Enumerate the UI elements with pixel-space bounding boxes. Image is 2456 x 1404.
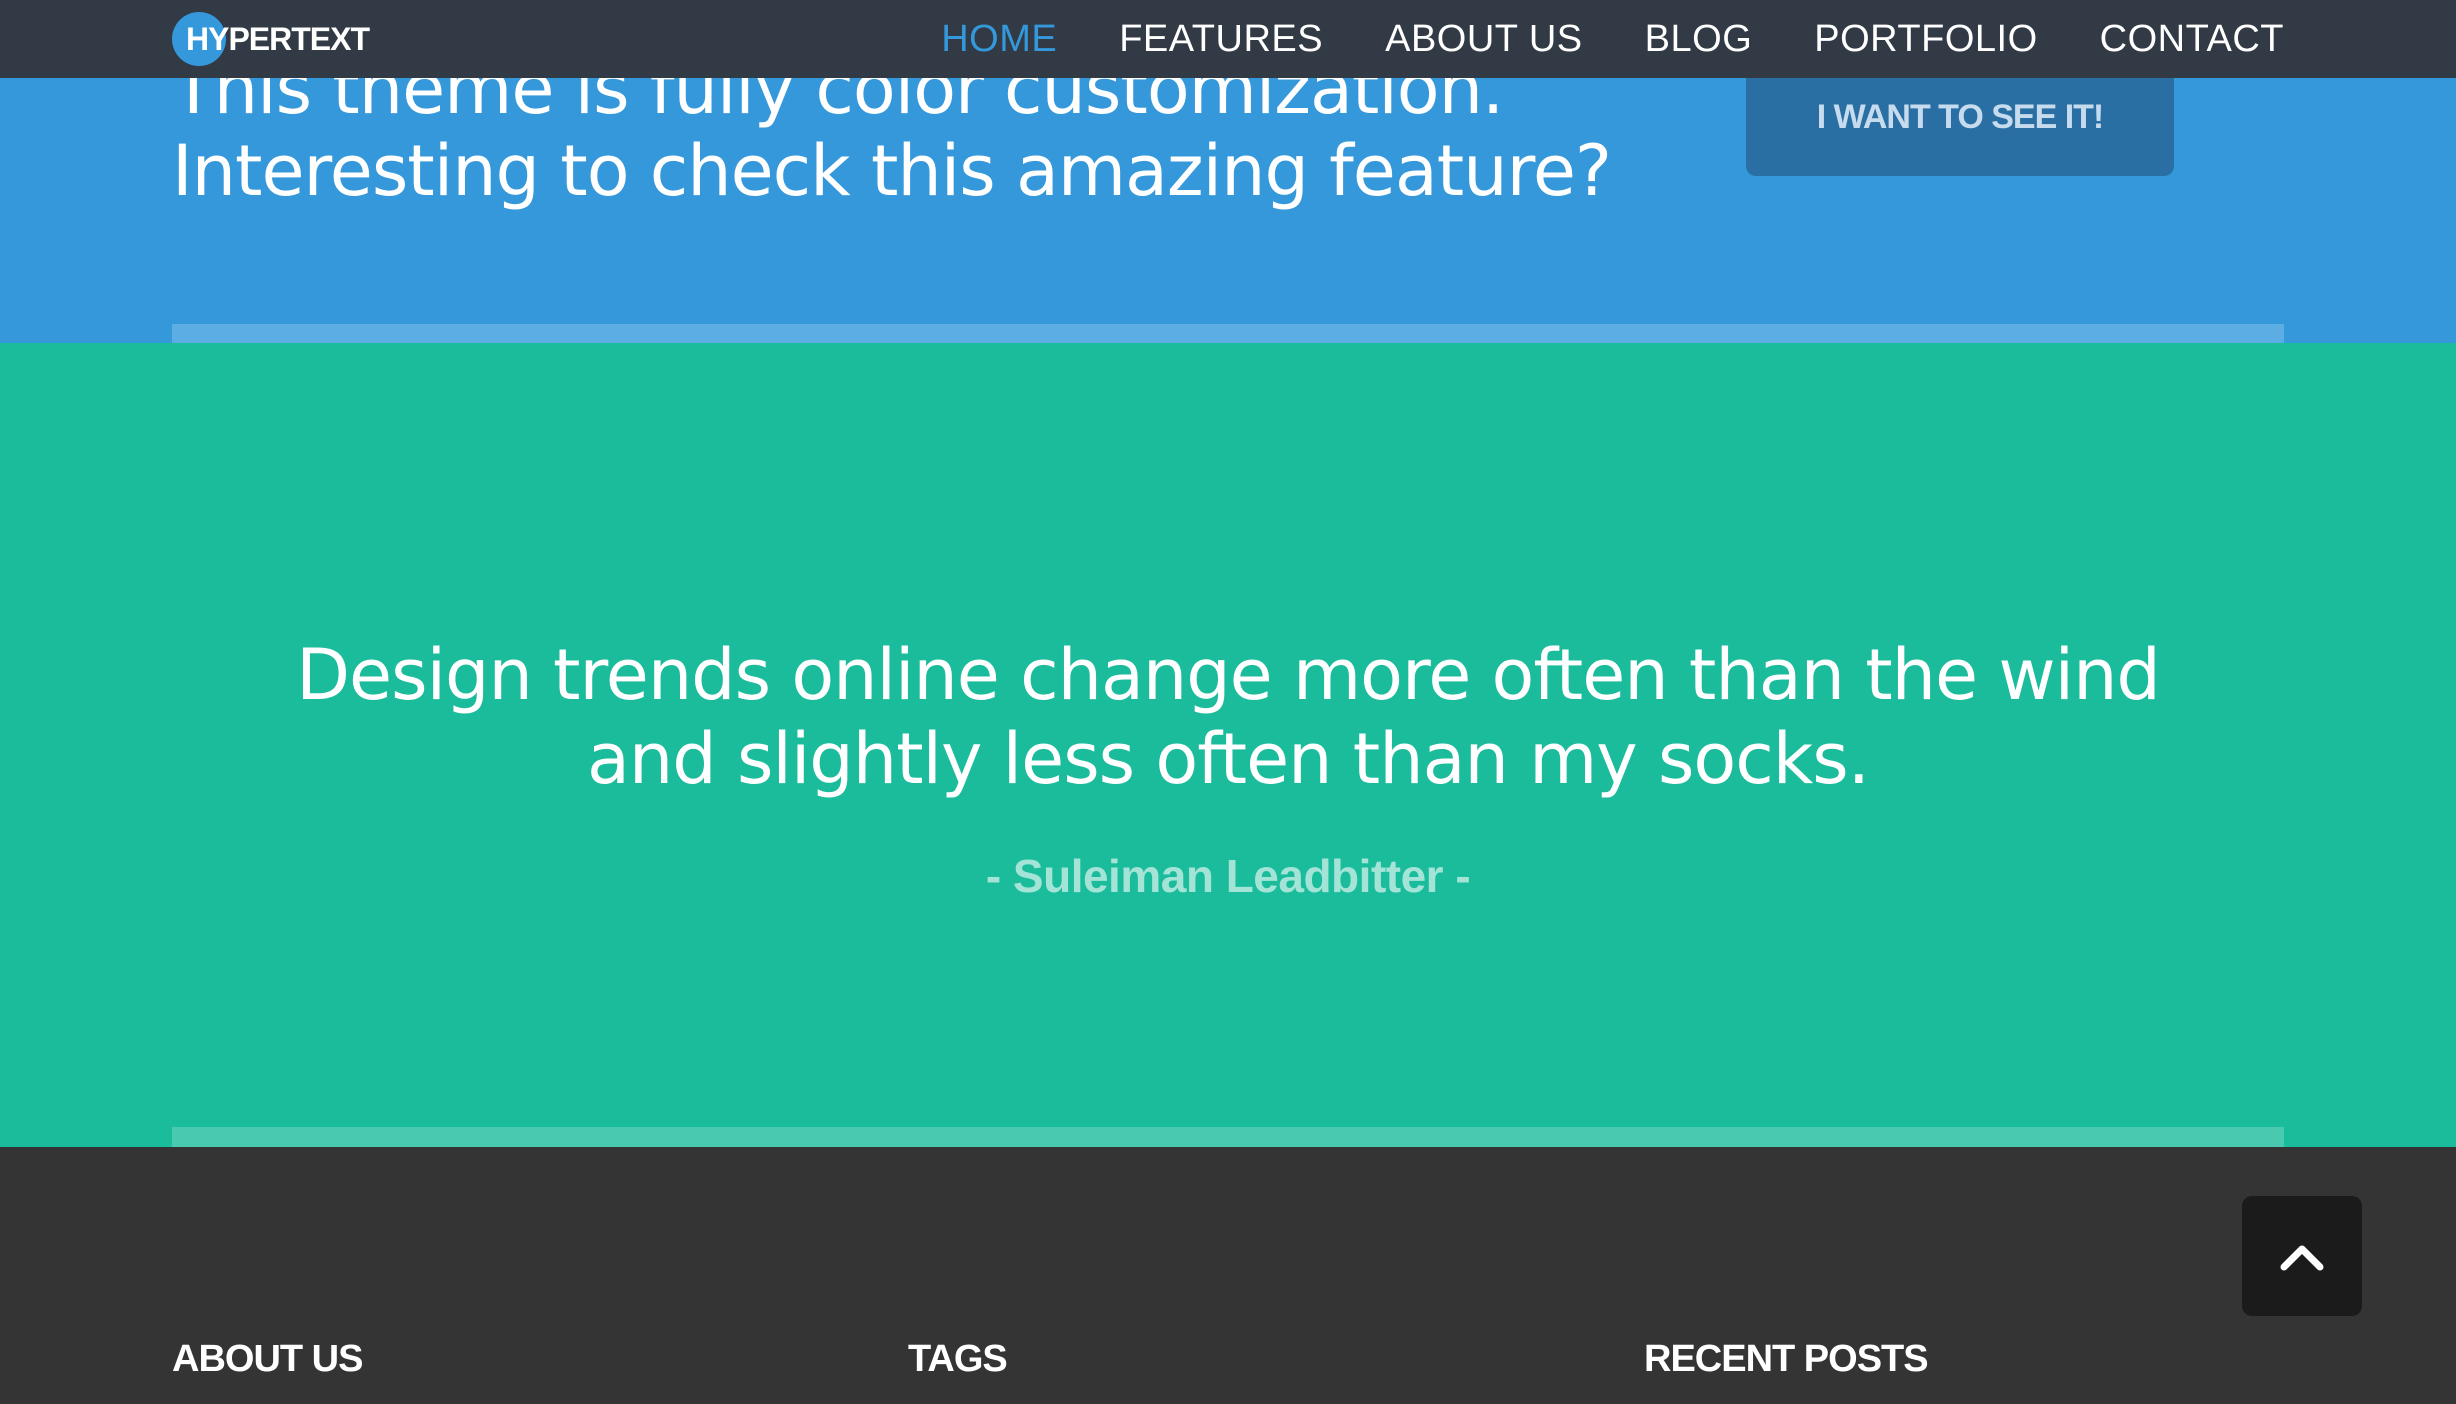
nav-item-contact[interactable]: CONTACT <box>2100 18 2284 61</box>
footer: ABOUT US TAGS RECENT POSTS <box>0 1147 2456 1404</box>
nav-item-about-us[interactable]: ABOUT US <box>1385 18 1583 61</box>
nav-item-blog[interactable]: BLOG <box>1645 18 1753 61</box>
scroll-to-top-button[interactable] <box>2242 1196 2362 1316</box>
nav-item-portfolio[interactable]: PORTFOLIO <box>1814 18 2037 61</box>
cta-line-2: Interesting to check this amazing featur… <box>172 130 1612 212</box>
logo-text: HYPERTEXT <box>186 20 370 57</box>
logo[interactable]: HYPERTEXT <box>172 12 370 66</box>
nav-item-home[interactable]: HOME <box>941 18 1057 61</box>
quote-author: - Suleiman Leadbitter - <box>985 850 1471 902</box>
section-divider <box>172 324 2284 343</box>
quote-section: Design trends online change more often t… <box>0 343 2456 1147</box>
main-menu: HOME FEATURES ABOUT US BLOG PORTFOLIO CO… <box>941 0 2284 78</box>
top-navbar: HYPERTEXT HOME FEATURES ABOUT US BLOG PO… <box>0 0 2456 78</box>
footer-tags-title: TAGS <box>908 1338 1008 1380</box>
footer-about-title: ABOUT US <box>172 1338 363 1380</box>
chevron-up-icon <box>2280 1245 2324 1271</box>
section-divider <box>172 1127 2284 1147</box>
nav-item-features[interactable]: FEATURES <box>1119 18 1323 61</box>
quote-line-1: Design trends online change more often t… <box>296 634 2161 716</box>
quote-text: Design trends online change more often t… <box>0 633 2456 801</box>
footer-recent-posts-title: RECENT POSTS <box>1644 1338 1929 1380</box>
quote-line-2: and slightly less often than my socks. <box>587 718 1870 800</box>
